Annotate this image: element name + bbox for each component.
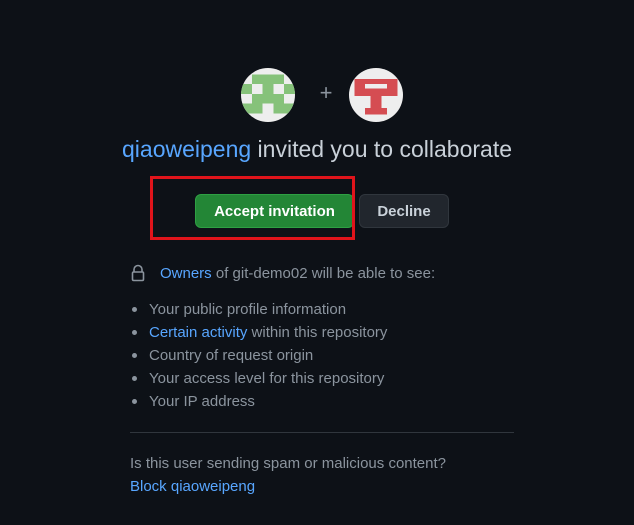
bullet-icon: [132, 330, 137, 335]
bullet-icon: [132, 353, 137, 358]
owners-text: of git-demo02 will be able to see:: [211, 264, 436, 282]
visible-info-list: Your public profile information Certain …: [130, 298, 387, 413]
list-item-text: Your IP address: [149, 393, 255, 410]
owners-link[interactable]: Owners: [160, 265, 212, 282]
list-item-text: Your access level for this repository: [149, 370, 385, 387]
invitation-headline: qiaoweipeng invited you to collaborate: [0, 136, 634, 163]
repo-owner-avatar[interactable]: [349, 68, 403, 122]
avatars-row: +: [0, 68, 634, 122]
headline-text: invited you to collaborate: [251, 136, 512, 162]
certain-activity-link[interactable]: Certain activity: [149, 321, 247, 344]
bullet-icon: [132, 399, 137, 404]
plus-separator: +: [319, 80, 333, 105]
list-item: Your IP address: [130, 390, 387, 413]
owners-visibility-line: Owners of git-demo02 will be able to see…: [130, 264, 435, 282]
inviter-username-link[interactable]: qiaoweipeng: [122, 136, 251, 162]
bullet-icon: [132, 376, 137, 381]
bullet-icon: [132, 307, 137, 312]
list-item: Your public profile information: [130, 298, 387, 321]
spam-question: Is this user sending spam or malicious c…: [130, 455, 446, 472]
decline-button[interactable]: Decline: [359, 194, 449, 228]
accept-invitation-button[interactable]: Accept invitation: [195, 194, 354, 228]
list-item-text: within this repository: [247, 324, 388, 341]
lock-icon: [131, 264, 145, 282]
list-item: Certain activity within this repository: [130, 321, 387, 344]
list-item: Your access level for this repository: [130, 367, 387, 390]
divider: [130, 432, 514, 433]
list-item: Country of request origin: [130, 344, 387, 367]
list-item-text: Your public profile information: [149, 301, 347, 318]
inviter-avatar[interactable]: [241, 68, 295, 122]
block-user-link[interactable]: Block qiaoweipeng: [130, 478, 255, 495]
list-item-text: Country of request origin: [149, 347, 314, 364]
